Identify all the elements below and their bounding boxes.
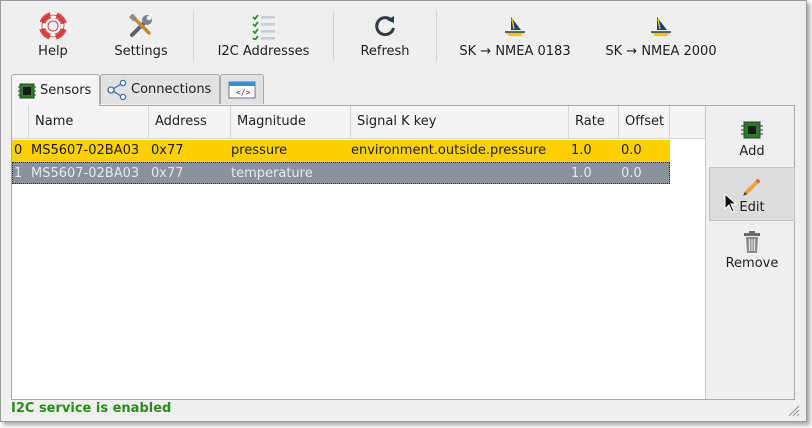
column-header-address[interactable]: Address [149, 106, 231, 138]
sensors-table: Name Address Magnitude Signal K key Rate… [12, 106, 706, 399]
cell-address: 0x77 [151, 166, 184, 181]
edit-button[interactable]: Edit [709, 167, 795, 221]
cell-magnitude: pressure [231, 143, 288, 158]
code-window-icon: </> [228, 80, 256, 100]
cell-address: 0x77 [151, 143, 184, 158]
help-label: Help [38, 44, 68, 59]
table-row[interactable]: 1 MS5607-02BA03 0x77 temperature 1.0 0.0 [12, 162, 670, 184]
cell-magnitude: temperature [231, 166, 313, 181]
column-header-magnitude[interactable]: Magnitude [231, 106, 351, 138]
sk-to-nmea0183-button[interactable]: SK → NMEA 0183 [453, 1, 577, 69]
edit-label: Edit [739, 200, 765, 215]
status-text: I2C service is enabled [11, 401, 172, 416]
column-header-name[interactable]: Name [29, 106, 149, 138]
toolbar-separator [333, 11, 334, 61]
toolbar-separator [193, 11, 194, 61]
cell-rate: 1.0 [571, 143, 592, 158]
chip-icon [739, 117, 765, 143]
help-button[interactable]: Help [23, 1, 83, 69]
add-label: Add [739, 144, 765, 159]
row-index: 0 [14, 143, 23, 158]
svg-text:</>: </> [236, 88, 251, 97]
column-header-signalk-key[interactable]: Signal K key [351, 106, 569, 138]
table-row[interactable]: 0 MS5607-02BA03 0x77 pressure environmen… [12, 140, 670, 162]
tab-code[interactable]: </> [220, 74, 264, 104]
refresh-label: Refresh [360, 44, 410, 59]
settings-label: Settings [114, 44, 168, 59]
chip-icon [17, 81, 37, 101]
add-button[interactable]: Add [709, 112, 795, 166]
app-window: Help Settings I2C Addresses Refresh SK →… [0, 0, 807, 422]
column-header-rate[interactable]: Rate [569, 106, 619, 138]
tab-connections-label: Connections [131, 82, 212, 97]
table-header: Name Address Magnitude Signal K key Rate… [12, 106, 705, 139]
row-index-header [12, 106, 29, 138]
i2c-addresses-label: I2C Addresses [217, 44, 310, 59]
mouse-cursor-icon [724, 192, 738, 217]
sailboat-icon [500, 11, 530, 41]
checklist-icon [249, 11, 279, 41]
cell-offset: 0.0 [621, 143, 642, 158]
sk-to-nmea0183-label: SK → NMEA 0183 [459, 44, 571, 59]
share-icon [106, 79, 128, 101]
toolbar: Help Settings I2C Addresses Refresh SK →… [1, 1, 806, 69]
trash-icon [739, 229, 765, 255]
cell-signalk-key: environment.outside.pressure [351, 143, 547, 158]
refresh-button[interactable]: Refresh [351, 1, 419, 69]
cell-offset: 0.0 [621, 166, 642, 181]
tab-sensors-label: Sensors [40, 83, 92, 98]
cell-name: MS5607-02BA03 [31, 143, 140, 158]
row-index: 1 [14, 166, 23, 181]
pencil-icon [739, 173, 765, 199]
cell-rate: 1.0 [571, 166, 592, 181]
toolbar-separator [436, 11, 437, 61]
sensors-panel: Name Address Magnitude Signal K key Rate… [11, 105, 795, 400]
i2c-addresses-button[interactable]: I2C Addresses [211, 1, 316, 69]
resize-grip-icon[interactable] [786, 403, 800, 417]
refresh-icon [370, 11, 400, 41]
tab-sensors[interactable]: Sensors [11, 74, 100, 106]
column-header-offset[interactable]: Offset [619, 106, 670, 138]
side-actions: Add Edit Remove [705, 106, 795, 399]
remove-button[interactable]: Remove [709, 224, 795, 278]
cell-name: MS5607-02BA03 [31, 166, 140, 181]
tab-connections[interactable]: Connections [100, 74, 220, 104]
remove-label: Remove [725, 256, 779, 271]
sk-to-nmea2000-label: SK → NMEA 2000 [605, 44, 717, 59]
settings-button[interactable]: Settings [106, 1, 176, 69]
sk-to-nmea2000-button[interactable]: SK → NMEA 2000 [599, 1, 723, 69]
lifebuoy-icon [38, 11, 68, 41]
tools-icon [126, 11, 156, 41]
sailboat-icon [646, 11, 676, 41]
